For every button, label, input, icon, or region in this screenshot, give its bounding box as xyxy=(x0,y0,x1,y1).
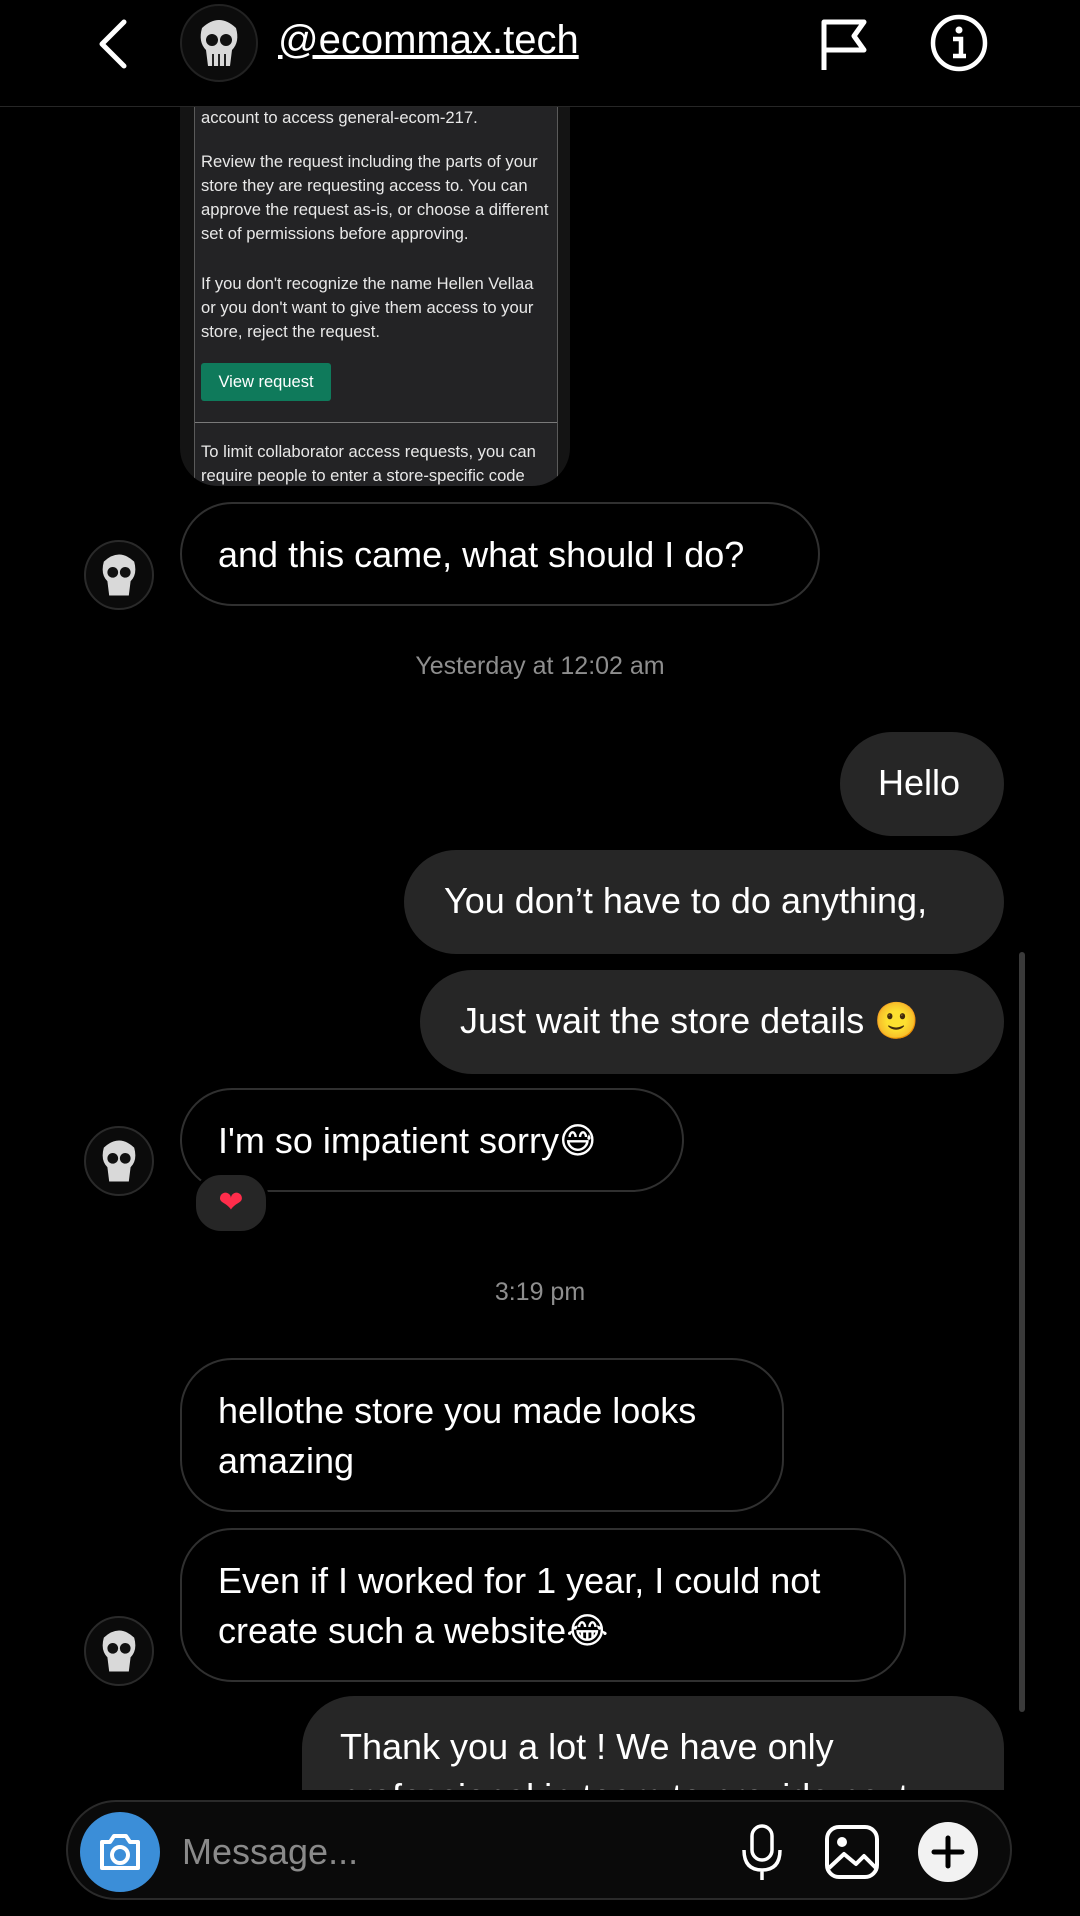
email-text: To limit collaborator access requests, y… xyxy=(201,442,536,485)
avatar[interactable] xyxy=(84,540,154,610)
avatar[interactable] xyxy=(84,1126,154,1196)
username-link[interactable]: @ecommax.tech xyxy=(278,18,579,63)
skull-icon xyxy=(102,1630,136,1672)
message-composer xyxy=(66,1800,1012,1900)
email-text: If you don't recognize the name Hellen V… xyxy=(201,274,534,341)
camera-icon xyxy=(100,1834,140,1870)
email-preview: account to access general-ecom-217. Revi… xyxy=(194,100,558,486)
avatar[interactable] xyxy=(180,4,258,82)
view-request-button[interactable]: View request xyxy=(201,363,331,401)
message-bubble-incoming[interactable]: Even if I worked for 1 year, I could not… xyxy=(180,1528,906,1682)
message-bubble-outgoing[interactable]: Hello xyxy=(840,732,1004,836)
shared-screenshot[interactable]: account to access general-ecom-217. Revi… xyxy=(180,100,570,486)
info-icon[interactable] xyxy=(930,14,988,72)
timestamp: 3:19 pm xyxy=(494,1278,586,1306)
avatar[interactable] xyxy=(84,1616,154,1686)
flag-icon[interactable] xyxy=(818,16,872,72)
gallery-icon[interactable] xyxy=(824,1824,880,1880)
heart-reaction[interactable]: ❤ xyxy=(193,1172,269,1234)
timestamp: Yesterday at 12:02 am xyxy=(415,652,665,680)
scrollbar[interactable] xyxy=(1019,952,1025,1712)
chat-header: @ecommax.tech xyxy=(0,0,1080,107)
skull-icon xyxy=(102,554,136,596)
microphone-icon[interactable] xyxy=(740,1822,784,1882)
message-bubble-incoming[interactable]: and this came, what should I do? xyxy=(180,502,820,606)
email-text: Review the request including the parts o… xyxy=(201,152,549,243)
plus-icon xyxy=(931,1835,965,1869)
message-bubble-incoming[interactable]: hellothe store you made looks amazing xyxy=(180,1358,784,1512)
skull-icon xyxy=(200,20,238,66)
plus-button[interactable] xyxy=(918,1822,978,1882)
skull-icon xyxy=(102,1140,136,1182)
camera-button[interactable] xyxy=(80,1812,160,1892)
message-input[interactable] xyxy=(180,1826,604,1878)
divider xyxy=(195,422,557,423)
message-bubble-outgoing[interactable]: Just wait the store details 🙂 xyxy=(420,970,1004,1074)
email-text: account to access general-ecom-217. xyxy=(201,108,478,127)
message-bubble-outgoing[interactable]: You don’t have to do anything, xyxy=(404,850,1004,954)
chevron-left-icon[interactable] xyxy=(92,16,136,72)
